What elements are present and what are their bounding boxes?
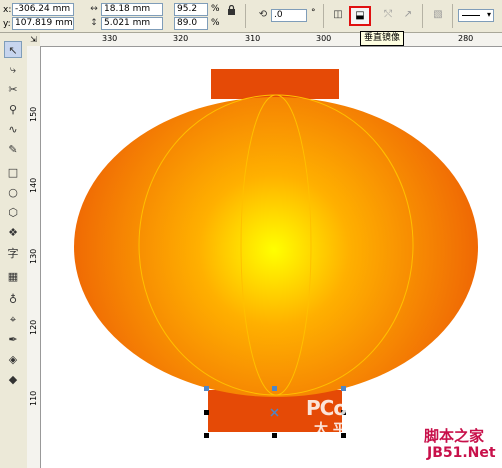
y-label: y: (3, 19, 11, 29)
ruler-tick-label: 280 (458, 34, 474, 43)
mirror-vertical-icon: ⬓ (355, 10, 365, 21)
freehand-tool-button[interactable]: ∿ (4, 121, 22, 138)
ruler-corner[interactable]: ⇲ (27, 33, 41, 47)
rotate-icon: ⟲ (258, 9, 268, 20)
outline-tool-button[interactable]: ✒ (4, 331, 22, 348)
pconline-cn-text: 太 平 洋 电 脑 网 (314, 422, 423, 438)
site-watermark-url: JB51.Net (427, 445, 496, 461)
ruler-tick-label: 320 (173, 34, 189, 43)
ruler-tick-label: 140 (29, 177, 38, 193)
selection-handle[interactable] (204, 433, 209, 438)
lantern-body[interactable] (74, 97, 478, 397)
text-tool-button[interactable]: 字 (4, 245, 22, 262)
ruler-tick-label: 120 (29, 319, 38, 335)
height-field[interactable]: 5.021 mm (101, 17, 163, 30)
smart-fill-tool-button[interactable]: ✎ (4, 141, 22, 158)
ruler-tick-label: 150 (29, 106, 38, 122)
interactive-fill-tool-button[interactable]: ◆ (4, 371, 22, 388)
percent-label: % (211, 18, 220, 28)
scale-height-field[interactable]: 89.0 (174, 17, 208, 30)
convert-outline-icon[interactable]: ▧ (430, 8, 446, 22)
selection-handle[interactable] (341, 386, 346, 391)
ellipse-tool-button[interactable]: ○ (4, 184, 22, 201)
x-label: x: (3, 5, 12, 15)
anchor-icon[interactable]: ⤲ (380, 8, 396, 22)
outline-width-select[interactable]: ▾ (458, 9, 494, 22)
separator (422, 4, 423, 28)
rotation-field[interactable]: .0 (271, 9, 307, 22)
y-position-field[interactable]: 107.819 mm (12, 17, 74, 30)
lock-icon[interactable] (225, 4, 237, 20)
mirror-vertical-button[interactable]: ⬓ (349, 6, 371, 26)
fill-tool-button[interactable]: ◈ (4, 351, 22, 368)
toolbox: ↖ ⤷ ✂ ⚲ ∿ ✎ □ ○ ⬡ ❖ 字 ▦ ♁ ⌖ ✒ ◈ ◆ (0, 33, 28, 468)
selection-handle[interactable] (204, 410, 209, 415)
property-bar: x: -306.24 mm y: 107.819 mm ↔ 18.18 mm ↕… (0, 0, 502, 33)
lantern-top-cap[interactable] (211, 69, 339, 99)
vertical-ruler[interactable]: 150 140 130 120 110 (27, 46, 41, 468)
height-icon: ↕ (90, 18, 98, 28)
degree-label: ° (311, 8, 316, 18)
to-curve-icon[interactable]: ↗ (400, 8, 416, 22)
selection-handle[interactable] (272, 433, 277, 438)
separator (323, 4, 324, 28)
pick-tool-button[interactable]: ↖ (4, 41, 22, 58)
basic-shapes-tool-button[interactable]: ❖ (4, 224, 22, 241)
width-field[interactable]: 18.18 mm (101, 3, 163, 16)
mirror-horizontal-icon[interactable]: ◫ (330, 8, 346, 22)
separator (245, 4, 246, 28)
rectangle-tool-button[interactable]: □ (4, 164, 22, 181)
separator (452, 4, 453, 28)
selection-handle[interactable] (204, 386, 209, 391)
crop-tool-button[interactable]: ✂ (4, 81, 22, 98)
percent-label: % (211, 4, 220, 14)
x-position-field[interactable]: -306.24 mm (12, 3, 74, 16)
ruler-tick-label: 300 (316, 34, 332, 43)
eyedropper-tool-button[interactable]: ⌖ (4, 311, 22, 328)
ruler-tick-label: 310 (245, 34, 261, 43)
pconline-logo: PConline.com.cn (306, 396, 434, 420)
ruler-tick-label: 130 (29, 248, 38, 264)
ruler-tick-label: 110 (29, 390, 38, 406)
blend-tool-button[interactable]: ♁ (4, 291, 22, 308)
site-watermark-cn: 脚本之家 (424, 427, 485, 445)
horizontal-ruler[interactable]: 330 320 310 300 290 280 (40, 33, 502, 47)
ruler-tick-label: 330 (102, 34, 118, 43)
drawing-canvas[interactable]: PConline.com.cn 太 平 洋 电 脑 网 脚本之家 JB51.Ne… (41, 47, 502, 468)
width-icon: ↔ (90, 4, 98, 14)
zoom-tool-button[interactable]: ⚲ (4, 101, 22, 118)
table-tool-button[interactable]: ▦ (4, 268, 22, 285)
shape-tool-button[interactable]: ⤷ (4, 61, 22, 78)
tooltip: 垂直镜像 (360, 31, 405, 46)
polygon-tool-button[interactable]: ⬡ (4, 204, 22, 221)
scale-width-field[interactable]: 95.2 (174, 3, 208, 16)
selection-handle[interactable] (272, 386, 277, 391)
